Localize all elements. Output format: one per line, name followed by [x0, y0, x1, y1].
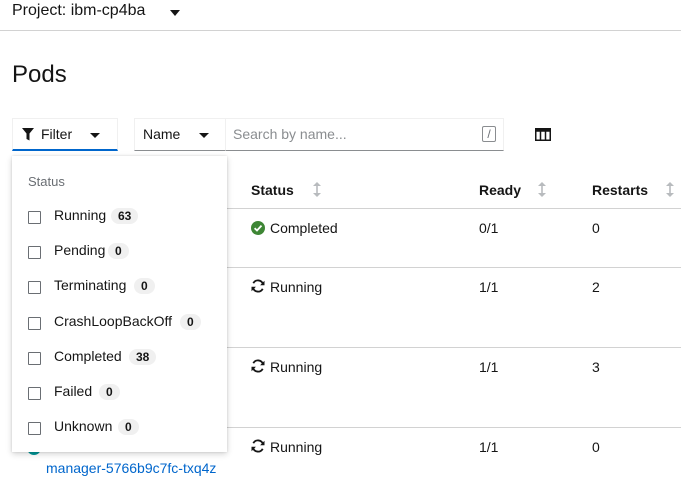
count-badge: 0 — [99, 384, 120, 400]
sort-icon[interactable] — [313, 182, 321, 197]
search-input[interactable] — [227, 120, 479, 148]
filter-option-crashloopbackoff[interactable]: CrashLoopBackOff 0 — [12, 307, 227, 337]
sort-icon[interactable] — [666, 182, 674, 197]
restarts-cell: 0 — [592, 439, 600, 455]
ready-cell: 1/1 — [479, 439, 499, 455]
checkbox[interactable] — [28, 352, 41, 365]
checkbox[interactable] — [28, 387, 41, 400]
filter-option-pending[interactable]: Pending 0 — [12, 236, 227, 266]
status-cell: Running — [270, 439, 323, 455]
count-badge: 0 — [134, 278, 155, 294]
project-selector[interactable]: Project: ibm-cp4ba — [12, 2, 145, 20]
checkbox[interactable] — [28, 211, 41, 224]
checkbox[interactable] — [28, 281, 41, 294]
checkbox[interactable] — [28, 317, 41, 330]
count-badge: 0 — [180, 314, 201, 330]
filter-type-label: Name — [143, 126, 181, 142]
filter-option-label: CrashLoopBackOff — [54, 313, 173, 329]
ready-cell: 0/1 — [479, 220, 499, 236]
column-header-status[interactable]: Status — [251, 182, 294, 198]
page-title: Pods — [12, 61, 67, 88]
filter-option-completed[interactable]: Completed 38 — [12, 342, 227, 372]
project-selector-bar: Project: ibm-cp4ba — [0, 0, 681, 31]
menu-group-heading: Status — [28, 174, 65, 189]
filter-toggle-button[interactable]: Filter — [12, 118, 118, 151]
filter-option-label: Unknown — [54, 418, 113, 434]
restarts-cell: 3 — [592, 359, 600, 375]
filter-option-running[interactable]: Running 63 — [12, 201, 227, 231]
ready-cell: 1/1 — [479, 359, 499, 375]
sync-icon — [251, 279, 265, 293]
filter-label: Filter — [41, 126, 73, 142]
status-cell: Running — [270, 359, 323, 375]
status-cell: Running — [270, 279, 323, 295]
caret-down-icon — [199, 133, 209, 138]
checkbox[interactable] — [28, 246, 41, 259]
count-badge: 0 — [108, 243, 129, 259]
filter-type-select[interactable]: Name — [134, 118, 226, 151]
check-circle-icon — [251, 221, 265, 235]
pod-name-link[interactable]: manager-5766b9c7fc-txq4z — [46, 460, 216, 476]
count-badge: 0 — [118, 419, 139, 435]
keyboard-shortcut-hint: / — [482, 126, 496, 142]
manage-columns-icon[interactable] — [535, 128, 551, 141]
filter-icon — [22, 128, 34, 141]
checkbox[interactable] — [28, 422, 41, 435]
filter-option-unknown[interactable]: Unknown 0 — [12, 412, 227, 442]
count-badge: 38 — [129, 349, 157, 365]
status-cell: Completed — [270, 220, 338, 236]
filter-option-label: Terminating — [54, 277, 127, 293]
sync-icon — [251, 359, 265, 373]
filter-option-label: Running — [54, 207, 107, 223]
sort-icon[interactable] — [538, 182, 546, 197]
status-filter-menu: Status Running 63 Pending 0 Terminating … — [12, 156, 227, 452]
ready-cell: 1/1 — [479, 279, 499, 295]
restarts-cell: 2 — [592, 279, 600, 295]
column-header-ready[interactable]: Ready — [479, 182, 521, 198]
filter-option-label: Failed — [54, 383, 93, 399]
caret-down-icon[interactable] — [170, 10, 180, 16]
search-field: / — [225, 118, 504, 151]
filter-option-failed[interactable]: Failed 0 — [12, 377, 227, 407]
restarts-cell: 0 — [592, 220, 600, 236]
caret-down-icon — [90, 133, 100, 138]
count-badge: 63 — [111, 208, 139, 224]
filter-option-label: Completed — [54, 348, 122, 364]
filter-option-label: Pending — [54, 242, 106, 258]
filter-option-terminating[interactable]: Terminating 0 — [12, 271, 227, 301]
sync-icon — [251, 439, 265, 453]
column-header-restarts[interactable]: Restarts — [592, 182, 648, 198]
